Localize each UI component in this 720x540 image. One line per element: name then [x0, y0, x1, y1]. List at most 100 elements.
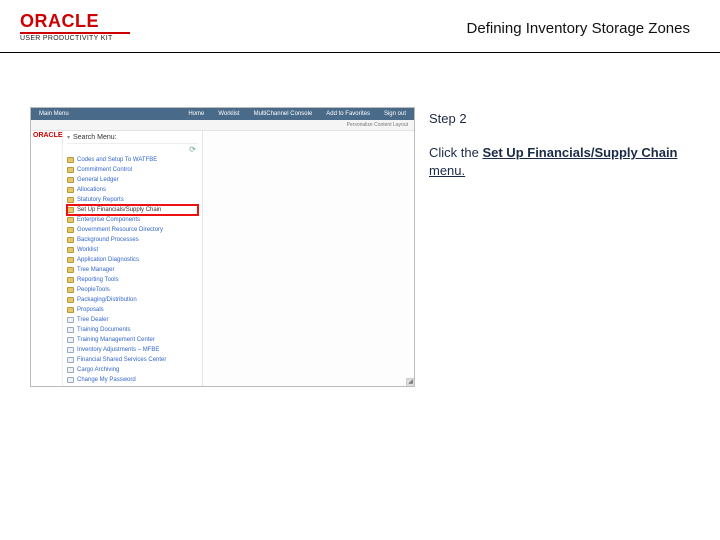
nav-item-label: PeopleTools [77, 286, 110, 295]
refresh-icon[interactable]: ⟳ [189, 145, 196, 154]
topbar-link-signout[interactable]: Sign out [384, 111, 406, 117]
folder-icon [67, 277, 74, 283]
nav-item[interactable]: Tree Manager [67, 265, 198, 275]
nav-item-label: Financial Shared Services Center [77, 356, 166, 365]
nav-item[interactable]: Training Documents [67, 325, 198, 335]
nav-header-label: Search Menu: [73, 134, 117, 141]
document-icon [67, 377, 74, 383]
nav-item-label: Set Up Financials/Supply Chain [77, 206, 161, 215]
app-screenshot: Main Menu Home Worklist MultiChannel Con… [30, 107, 415, 387]
nav-item[interactable]: Change My Password [67, 375, 198, 385]
logo-divider [20, 32, 130, 34]
nav-item-label: Codes and Setup To WATFBE [77, 156, 157, 165]
topbar-link-worklist[interactable]: Worklist [218, 111, 239, 117]
chevron-down-icon: ▾ [67, 134, 70, 141]
secondbar-text[interactable]: Personalize Content Layout [347, 122, 408, 128]
folder-icon [67, 267, 74, 273]
nav-item[interactable]: Proposals [67, 305, 198, 315]
nav-item-label: Government Resource Directory [77, 226, 163, 235]
folder-icon [67, 207, 74, 213]
instruction-prefix: Click the [429, 145, 482, 160]
document-icon [67, 367, 74, 373]
nav-item[interactable]: Commitment Control [67, 165, 198, 175]
folder-icon [67, 187, 74, 193]
nav-item-label: Change My Password [77, 376, 136, 385]
screenshot-left-logo-col: ORACLE [31, 131, 63, 386]
logo-block: ORACLE USER PRODUCTIVITY KIT [20, 12, 130, 42]
screenshot-nav: ▾ Search Menu: ⟳ Codes and Setup To WATF… [63, 131, 203, 386]
nav-item[interactable]: Set Up Financials/Supply Chain [67, 205, 198, 215]
nav-item-label: Enterprise Components [77, 216, 140, 225]
nav-item-label: Worklist [77, 246, 98, 255]
instruction-suffix: menu. [429, 163, 465, 178]
screenshot-topbar: Main Menu Home Worklist MultiChannel Con… [31, 108, 414, 120]
nav-item[interactable]: Tree Dealer [67, 315, 198, 325]
page-header: ORACLE USER PRODUCTIVITY KIT Defining In… [0, 0, 720, 48]
nav-item-label: Training Documents [77, 326, 130, 335]
nav-item-label: Tree Manager [77, 266, 114, 275]
nav-item-label: Allocations [77, 186, 106, 195]
mini-oracle-logo: ORACLE [33, 131, 60, 140]
nav-item[interactable]: Application Diagnostics [67, 255, 198, 265]
nav-item[interactable]: Worklist [67, 245, 198, 255]
folder-icon [67, 217, 74, 223]
nav-item[interactable]: General Ledger [67, 175, 198, 185]
nav-item-label: Application Diagnostics [77, 256, 139, 265]
topbar-link-home[interactable]: Home [188, 111, 204, 117]
nav-item[interactable]: Codes and Setup To WATFBE [67, 155, 198, 165]
nav-item[interactable]: My Personalizations [67, 385, 198, 386]
instruction-column: Step 2 Click the Set Up Financials/Suppl… [415, 53, 720, 473]
folder-icon [67, 227, 74, 233]
folder-icon [67, 297, 74, 303]
folder-icon [67, 237, 74, 243]
screenshot-secondbar: Personalize Content Layout [31, 120, 414, 131]
folder-icon [67, 157, 74, 163]
nav-item[interactable]: Statutory Reports [67, 195, 198, 205]
folder-icon [67, 247, 74, 253]
document-icon [67, 337, 74, 343]
nav-item[interactable]: Allocations [67, 185, 198, 195]
nav-item[interactable]: Government Resource Directory [67, 225, 198, 235]
nav-item-label: Packaging/Distribution [77, 296, 137, 305]
nav-item-label: Training Management Center [77, 336, 155, 345]
document-icon [67, 317, 74, 323]
content-row: Main Menu Home Worklist MultiChannel Con… [0, 53, 720, 473]
instruction-target: Set Up Financials/Supply Chain [482, 145, 677, 160]
nav-item[interactable]: PeopleTools [67, 285, 198, 295]
nav-refresh-row[interactable]: ⟳ [67, 144, 198, 155]
nav-item[interactable]: Cargo Archiving [67, 365, 198, 375]
document-icon [67, 327, 74, 333]
nav-item-label: Commitment Control [77, 166, 132, 175]
nav-item-label: My Personalizations [77, 386, 131, 387]
folder-icon [67, 197, 74, 203]
document-icon [67, 357, 74, 363]
page-title: Defining Inventory Storage Zones [467, 12, 700, 37]
folder-icon [67, 167, 74, 173]
nav-item[interactable]: Financial Shared Services Center [67, 355, 198, 365]
folder-icon [67, 177, 74, 183]
nav-item[interactable]: Packaging/Distribution [67, 295, 198, 305]
nav-item[interactable]: Background Processes [67, 235, 198, 245]
step-label: Step 2 [429, 111, 700, 126]
instruction-text: Click the Set Up Financials/Supply Chain… [429, 144, 700, 179]
nav-item-label: Inventory Adjustments – MFBE [77, 346, 159, 355]
scroll-corner-icon: ◢ [406, 378, 414, 386]
screenshot-main-area [203, 131, 414, 386]
nav-item-label: Statutory Reports [77, 196, 124, 205]
screenshot-body: ORACLE ▾ Search Menu: ⟳ Codes and Setup … [31, 131, 414, 386]
nav-item[interactable]: Reporting Tools [67, 275, 198, 285]
nav-item-label: Tree Dealer [77, 316, 108, 325]
folder-icon [67, 307, 74, 313]
document-icon [67, 347, 74, 353]
nav-item[interactable]: Training Management Center [67, 335, 198, 345]
oracle-logo: ORACLE [20, 12, 130, 30]
nav-item[interactable]: Enterprise Components [67, 215, 198, 225]
nav-item-label: General Ledger [77, 176, 119, 185]
nav-item-label: Cargo Archiving [77, 366, 119, 375]
screenshot-column: Main Menu Home Worklist MultiChannel Con… [0, 53, 415, 473]
nav-item[interactable]: Inventory Adjustments – MFBE [67, 345, 198, 355]
folder-icon [67, 287, 74, 293]
topbar-link-console[interactable]: MultiChannel Console [254, 111, 313, 117]
nav-item-label: Reporting Tools [77, 276, 119, 285]
topbar-link-favorites[interactable]: Add to Favorites [326, 111, 370, 117]
